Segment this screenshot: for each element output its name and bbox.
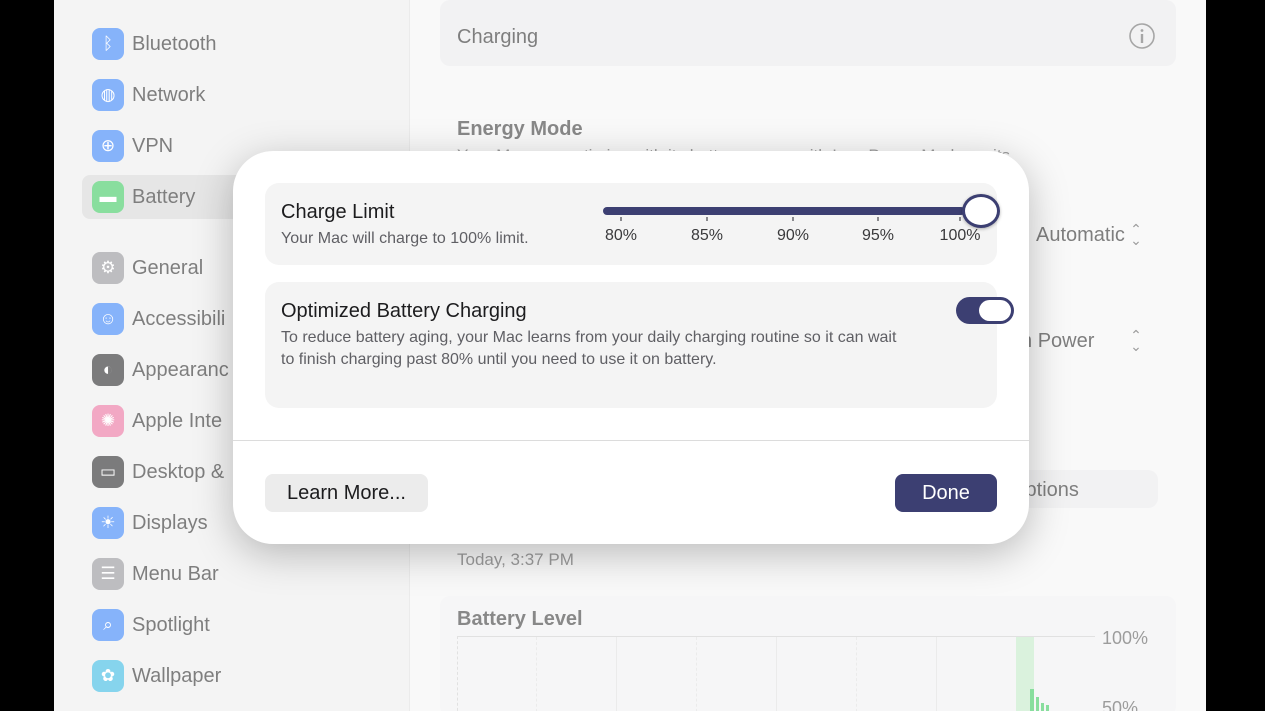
dialog-divider	[233, 440, 1029, 441]
battery-options-dialog: Charge Limit Your Mac will charge to 100…	[233, 151, 1029, 544]
slider-tick	[877, 217, 879, 221]
charge-limit-title: Charge Limit	[281, 201, 395, 223]
slider-tick-label: 100%	[939, 227, 981, 244]
slider-tick	[620, 217, 622, 221]
slider-tick	[706, 217, 708, 221]
slider-tick	[792, 217, 794, 221]
slider-tick-label: 95%	[861, 227, 895, 244]
toggle-knob	[979, 300, 1011, 321]
done-button[interactable]: Done	[895, 474, 997, 512]
slider-tick	[959, 217, 961, 221]
letterbox-right	[1206, 0, 1265, 711]
optimized-charging-section: Optimized Battery Charging To reduce bat…	[265, 282, 1014, 408]
charge-limit-subtitle: Your Mac will charge to 100% limit.	[281, 230, 529, 247]
charge-limit-section: Charge Limit Your Mac will charge to 100…	[265, 183, 1000, 265]
charge-limit-slider-thumb[interactable]	[962, 194, 1000, 228]
slider-tick-label: 80%	[604, 227, 638, 244]
slider-tick-label: 90%	[776, 227, 810, 244]
optimized-charging-toggle[interactable]	[956, 297, 1014, 324]
slider-tick-label: 85%	[690, 227, 724, 244]
learn-more-button[interactable]: Learn More...	[265, 474, 428, 512]
letterbox-left	[0, 0, 54, 711]
charge-limit-slider-track[interactable]	[603, 207, 965, 215]
optimized-charging-title: Optimized Battery Charging	[281, 300, 527, 322]
optimized-charging-description: To reduce battery aging, your Mac learns…	[281, 329, 897, 368]
